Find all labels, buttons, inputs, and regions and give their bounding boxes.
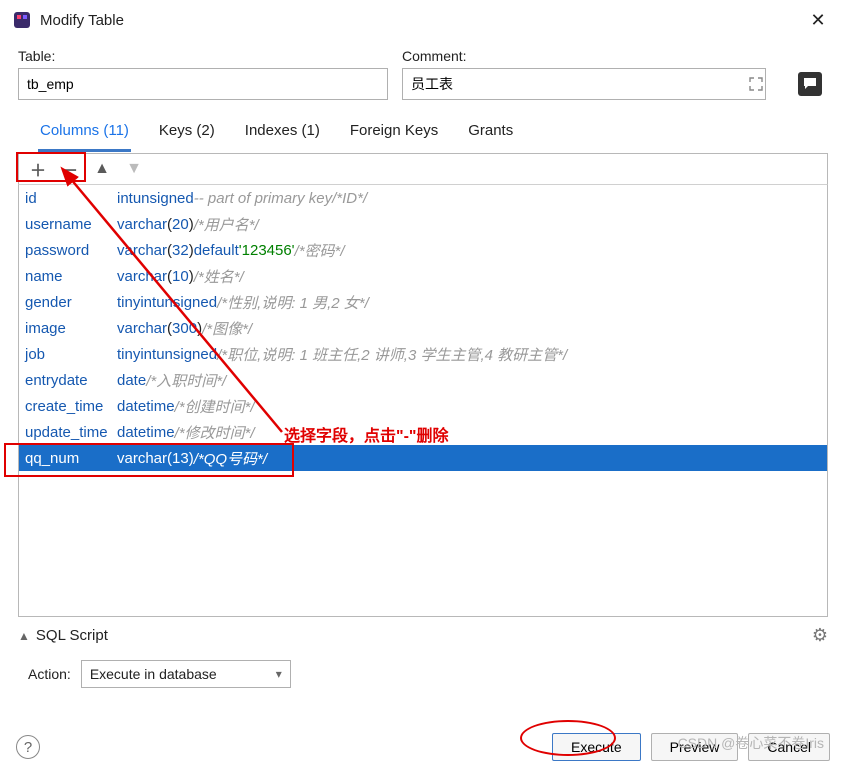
column-name: gender [25, 294, 117, 311]
column-comment: /*用户名*/ [194, 214, 259, 235]
add-column-button[interactable]: ＋ [31, 162, 45, 176]
column-comment: /*姓名*/ [194, 266, 244, 287]
column-comment: /*入职时间*/ [146, 370, 226, 391]
column-row[interactable]: entrydatedate /*入职时间*/ [19, 367, 827, 393]
column-name: create_time [25, 398, 117, 415]
action-select-value: Execute in database [90, 666, 217, 682]
column-name: image [25, 320, 117, 337]
tab-grants[interactable]: Grants [466, 118, 515, 152]
tab-indexes[interactable]: Indexes (1) [243, 118, 322, 152]
column-name: update_time [25, 424, 117, 441]
move-down-button: ▼ [127, 162, 141, 176]
help-button[interactable]: ? [16, 735, 40, 759]
column-row[interactable]: passwordvarchar(32) default '123456' /*密… [19, 237, 827, 263]
column-comment: /*性别,说明: 1 男,2 女*/ [217, 292, 369, 313]
footer: ? Execute Preview Cancel [16, 733, 830, 761]
column-name: username [25, 216, 117, 233]
action-select[interactable]: Execute in database [81, 660, 291, 688]
app-icon [12, 10, 32, 30]
column-comment: /*密码*/ [295, 240, 345, 261]
column-comment: /*QQ号码*/ [194, 448, 267, 469]
column-name: entrydate [25, 372, 117, 389]
column-row[interactable]: idint unsigned -- part of primary key /*… [19, 185, 827, 211]
table-name-input[interactable] [18, 68, 388, 100]
column-comment: /*创建时间*/ [175, 396, 255, 417]
move-up-button[interactable]: ▲ [95, 162, 109, 176]
column-row[interactable]: qq_numvarchar(13) /*QQ号码*/ [19, 445, 827, 471]
close-button[interactable]: ✕ [802, 10, 834, 31]
column-name: id [25, 190, 117, 207]
expand-icon[interactable] [748, 76, 764, 92]
comment-dialog-icon[interactable] [798, 72, 822, 96]
comment-label: Comment: [402, 48, 828, 64]
preview-button[interactable]: Preview [651, 733, 739, 761]
column-type: tinyint [117, 346, 156, 363]
column-type: varchar [117, 320, 167, 337]
column-row[interactable]: create_timedatetime /*创建时间*/ [19, 393, 827, 419]
columns-toolbar: ＋ － ▲ ▼ [18, 153, 828, 185]
table-label: Table: [18, 48, 388, 64]
sql-script-title: SQL Script [36, 627, 812, 644]
column-row[interactable]: namevarchar(10) /*姓名*/ [19, 263, 827, 289]
window-title: Modify Table [40, 12, 802, 29]
action-row: Action: Execute in database [0, 646, 846, 692]
column-type: int [117, 190, 133, 207]
column-type: varchar [117, 242, 167, 259]
column-row[interactable]: gendertinyint unsigned /*性别,说明: 1 男,2 女*… [19, 289, 827, 315]
column-comment: /*图像*/ [202, 318, 252, 339]
remove-column-button[interactable]: － [63, 162, 77, 176]
tab-keys[interactable]: Keys (2) [157, 118, 217, 152]
form-area: Table: Comment: [0, 40, 846, 104]
comment-input[interactable] [402, 68, 766, 100]
execute-button[interactable]: Execute [552, 733, 641, 761]
column-comment: /*ID*/ [332, 190, 367, 207]
column-type: varchar [117, 450, 167, 467]
cancel-button[interactable]: Cancel [748, 733, 830, 761]
column-row[interactable]: usernamevarchar(20) /*用户名*/ [19, 211, 827, 237]
titlebar: Modify Table ✕ [0, 0, 846, 40]
annotation-text: 选择字段，点击"-"删除 [284, 422, 449, 446]
column-name: name [25, 268, 117, 285]
column-comment: /*职位,说明: 1 班主任,2 讲师,3 学生主管,4 教研主管*/ [217, 344, 567, 365]
column-type: datetime [117, 398, 175, 415]
column-comment: /*修改时间*/ [175, 422, 255, 443]
column-type: tinyint [117, 294, 156, 311]
column-type: date [117, 372, 146, 389]
column-type: varchar [117, 216, 167, 233]
collapse-icon[interactable]: ▲ [18, 629, 30, 643]
tab-foreign-keys[interactable]: Foreign Keys [348, 118, 440, 152]
columns-list[interactable]: idint unsigned -- part of primary key /*… [18, 185, 828, 617]
tabs: Columns (11) Keys (2) Indexes (1) Foreig… [0, 104, 846, 153]
column-type: datetime [117, 424, 175, 441]
gear-icon[interactable]: ⚙ [812, 625, 828, 646]
column-name: password [25, 242, 117, 259]
column-name: qq_num [25, 450, 117, 467]
tab-columns[interactable]: Columns (11) [38, 118, 131, 152]
column-row[interactable]: imagevarchar(300) /*图像*/ [19, 315, 827, 341]
sql-script-header[interactable]: ▲ SQL Script ⚙ [0, 625, 846, 646]
column-row[interactable]: jobtinyint unsigned /*职位,说明: 1 班主任,2 讲师,… [19, 341, 827, 367]
column-name: job [25, 346, 117, 363]
action-label: Action: [28, 666, 71, 682]
column-type: varchar [117, 268, 167, 285]
